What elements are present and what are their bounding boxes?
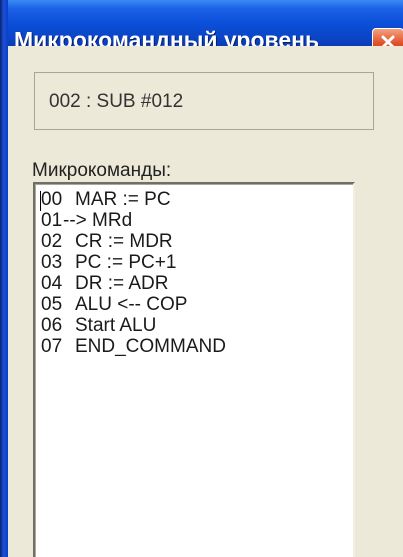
- list-item-number: 03: [41, 252, 63, 273]
- list-item-command: CR := MDR: [75, 231, 173, 252]
- microcommands-label: Микрокоманды:: [32, 160, 172, 181]
- title-bar[interactable]: Микрокомандный уровень: [0, 0, 403, 56]
- list-item-command: DR := ADR: [75, 273, 169, 294]
- list-item-number: 02: [41, 231, 63, 252]
- client-area: 002 : SUB #012 Микрокоманды: 00 MAR := P…: [8, 46, 403, 557]
- listbox-frame: 00 MAR := PC 01 --> MRd 02 CR := MDR 03 …: [35, 184, 353, 557]
- list-item-number: 07: [41, 336, 63, 357]
- list-item-number: 04: [41, 273, 63, 294]
- list-item-command: --> MRd: [63, 210, 133, 231]
- list-item-command: END_COMMAND: [75, 336, 226, 357]
- current-command-box: 002 : SUB #012: [34, 72, 374, 130]
- current-command-value: 002 : SUB #012: [49, 91, 184, 112]
- list-item-command: MAR := PC: [75, 189, 171, 210]
- microcommand-window: Микрокомандный уровень 002 : SUB #012 Ми…: [0, 0, 403, 557]
- window-border: [0, 0, 8, 557]
- list-item-number: 06: [41, 315, 63, 336]
- list-item-number: 00: [41, 189, 63, 210]
- list-item-number: 01: [41, 210, 63, 231]
- list-item-number: 05: [41, 294, 63, 315]
- list-item-command: Start ALU: [75, 315, 157, 336]
- list-item-command: PC := PC+1: [75, 252, 177, 273]
- list-item-command: ALU <-- COP: [75, 294, 188, 315]
- microcommands-listbox[interactable]: 00 MAR := PC 01 --> MRd 02 CR := MDR 03 …: [33, 182, 355, 557]
